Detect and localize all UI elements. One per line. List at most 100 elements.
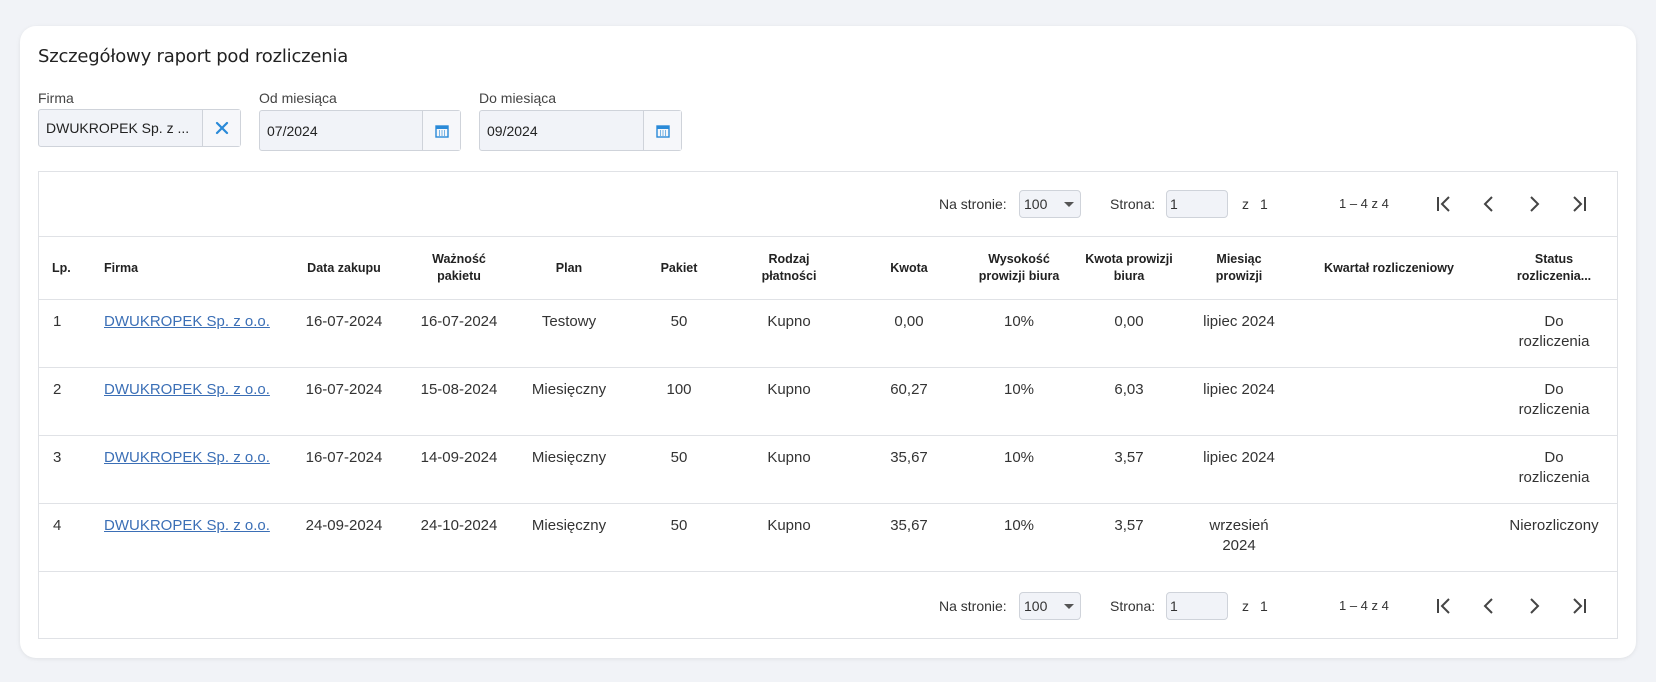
- per-page-select[interactable]: 100: [1019, 190, 1081, 218]
- cell-status-line1: Do: [1544, 449, 1564, 466]
- col-wysokosc[interactable]: Wysokość prowizji biura: [959, 237, 1079, 299]
- cell-kwota-prowizji: 3,57: [1114, 517, 1144, 534]
- cell-data-zakupu: 16-07-2024: [305, 449, 383, 466]
- page-input[interactable]: 1: [1166, 592, 1228, 620]
- cell-waznosc: 14-09-2024: [420, 449, 498, 466]
- company-label: Firma: [38, 90, 74, 106]
- cell-rodzaj: Kupno: [767, 449, 811, 466]
- last-page-button[interactable]: [1567, 594, 1591, 618]
- col-rodzaj-line1: Rodzaj: [768, 252, 810, 266]
- per-page-select[interactable]: 100: [1019, 592, 1081, 620]
- company-field[interactable]: DWUKROPEK Sp. z ...: [38, 109, 241, 147]
- clear-company-button[interactable]: [202, 110, 240, 146]
- first-page-button[interactable]: [1432, 192, 1456, 216]
- cell-wysokosc: 10%: [1003, 381, 1035, 398]
- col-miesiac-line2: prowizji: [1215, 269, 1263, 283]
- company-link[interactable]: DWUKROPEK Sp. z o.o.: [104, 313, 270, 330]
- cell-kwota: 60,27: [890, 381, 928, 398]
- cell-status-line2: rozliczenia: [1518, 401, 1590, 418]
- cell-kwota: 0,00: [894, 313, 924, 330]
- cell-status-line2: rozliczenia: [1518, 333, 1590, 350]
- next-page-button[interactable]: [1522, 594, 1546, 618]
- from-month-field[interactable]: 07/2024: [259, 110, 461, 151]
- per-page-value: 100: [1024, 598, 1048, 614]
- cell-kwota-prowizji: 6,03: [1114, 381, 1144, 398]
- to-month-field[interactable]: 09/2024: [479, 110, 682, 151]
- first-page-button[interactable]: [1432, 594, 1456, 618]
- cell-data-zakupu: 16-07-2024: [305, 313, 383, 330]
- col-miesiac[interactable]: Miesiąc prowizji: [1189, 237, 1289, 299]
- chevron-down-icon: [1064, 202, 1074, 207]
- prev-page-button[interactable]: [1477, 594, 1501, 618]
- cell-miesiac: lipiec 2024: [1184, 312, 1294, 332]
- cell-plan: Testowy: [541, 313, 597, 330]
- cell-waznosc: 24-10-2024: [420, 517, 498, 534]
- page-input-value: 1: [1170, 598, 1178, 614]
- col-kwota-prowizji-line1: Kwota prowizji: [1085, 252, 1173, 266]
- to-month-calendar-button[interactable]: [643, 111, 681, 150]
- page-label: Strona:: [1110, 196, 1156, 212]
- report-table: Na stronie: 100 Strona: 1 z 1 1 – 4 z 4 …: [38, 171, 1618, 639]
- col-kwartal[interactable]: Kwartał rozliczeniowy: [1299, 237, 1479, 299]
- col-firma[interactable]: Firma: [104, 237, 224, 299]
- cell-kwota: 35,67: [890, 449, 928, 466]
- cell-status-line1: Do: [1544, 381, 1564, 398]
- col-kwota[interactable]: Kwota: [859, 237, 959, 299]
- cell-pakiet: 50: [670, 313, 688, 330]
- from-month-calendar-button[interactable]: [422, 111, 460, 150]
- col-waznosc[interactable]: Ważność pakietu: [409, 237, 509, 299]
- cell-status: Do rozliczenia: [1494, 380, 1614, 420]
- cell-kwota: 35,67: [890, 517, 928, 534]
- cell-miesiac-line1: lipiec 2024: [1203, 449, 1275, 466]
- from-month-value[interactable]: 07/2024: [260, 111, 422, 150]
- table-row: 2 DWUKROPEK Sp. z o.o. 16-07-2024 15-08-…: [39, 368, 1617, 436]
- company-link[interactable]: DWUKROPEK Sp. z o.o.: [104, 381, 270, 398]
- total-pages: 1: [1260, 598, 1268, 614]
- cell-miesiac-line2: 2024: [1222, 537, 1256, 554]
- cell-data-zakupu: 24-09-2024: [305, 517, 383, 534]
- cell-miesiac-line1: wrzesień: [1209, 517, 1269, 534]
- page-input-value: 1: [1170, 196, 1178, 212]
- table-header: Lp. Firma Data zakupu Ważność pakietu Pla…: [39, 236, 1617, 300]
- col-miesiac-line1: Miesiąc: [1216, 252, 1262, 266]
- col-status-line2: rozliczenia...: [1516, 269, 1592, 283]
- next-page-button[interactable]: [1522, 192, 1546, 216]
- col-data-zakupu[interactable]: Data zakupu: [294, 237, 394, 299]
- table-row: 1 DWUKROPEK Sp. z o.o. 16-07-2024 16-07-…: [39, 300, 1617, 368]
- cell-wysokosc: 10%: [1003, 517, 1035, 534]
- col-rodzaj[interactable]: Rodzaj płatności: [739, 237, 839, 299]
- company-link[interactable]: DWUKROPEK Sp. z o.o.: [104, 449, 270, 466]
- cell-waznosc: 16-07-2024: [420, 313, 498, 330]
- per-page-label: Na stronie:: [939, 598, 1007, 614]
- company-value[interactable]: DWUKROPEK Sp. z ...: [39, 110, 202, 146]
- col-status[interactable]: Status rozliczenia...: [1499, 237, 1609, 299]
- last-page-button[interactable]: [1567, 192, 1591, 216]
- cell-status-line1: Do: [1544, 313, 1564, 330]
- chevron-right-icon: [1530, 598, 1540, 614]
- cell-rodzaj: Kupno: [767, 313, 811, 330]
- of-label: z: [1242, 196, 1249, 212]
- chevron-down-icon: [1064, 604, 1074, 609]
- company-link[interactable]: DWUKROPEK Sp. z o.o.: [104, 517, 270, 534]
- col-lp[interactable]: Lp.: [52, 237, 92, 299]
- prev-page-button[interactable]: [1477, 192, 1501, 216]
- col-plan[interactable]: Plan: [519, 237, 619, 299]
- calendar-icon: [655, 124, 670, 138]
- to-month-value[interactable]: 09/2024: [480, 111, 643, 150]
- cell-wysokosc: 10%: [1003, 313, 1035, 330]
- pager-bottom: Na stronie: 100 Strona: 1 z 1 1 – 4 z 4: [39, 574, 1617, 638]
- table-row: 4 DWUKROPEK Sp. z o.o. 24-09-2024 24-10-…: [39, 504, 1617, 572]
- cell-miesiac: lipiec 2024: [1184, 448, 1294, 468]
- cell-kwota-prowizji: 3,57: [1114, 449, 1144, 466]
- col-pakiet[interactable]: Pakiet: [629, 237, 729, 299]
- last-page-icon: [1573, 598, 1586, 614]
- cell-pakiet: 50: [670, 449, 688, 466]
- table-row: 3 DWUKROPEK Sp. z o.o. 16-07-2024 14-09-…: [39, 436, 1617, 504]
- col-kwota-prowizji[interactable]: Kwota prowizji biura: [1069, 237, 1189, 299]
- cell-plan: Miesięczny: [531, 517, 607, 534]
- page-input[interactable]: 1: [1166, 190, 1228, 218]
- cell-wysokosc: 10%: [1003, 449, 1035, 466]
- cell-plan: Miesięczny: [531, 449, 607, 466]
- per-page-label: Na stronie:: [939, 196, 1007, 212]
- to-month-label: Do miesiąca: [479, 90, 557, 106]
